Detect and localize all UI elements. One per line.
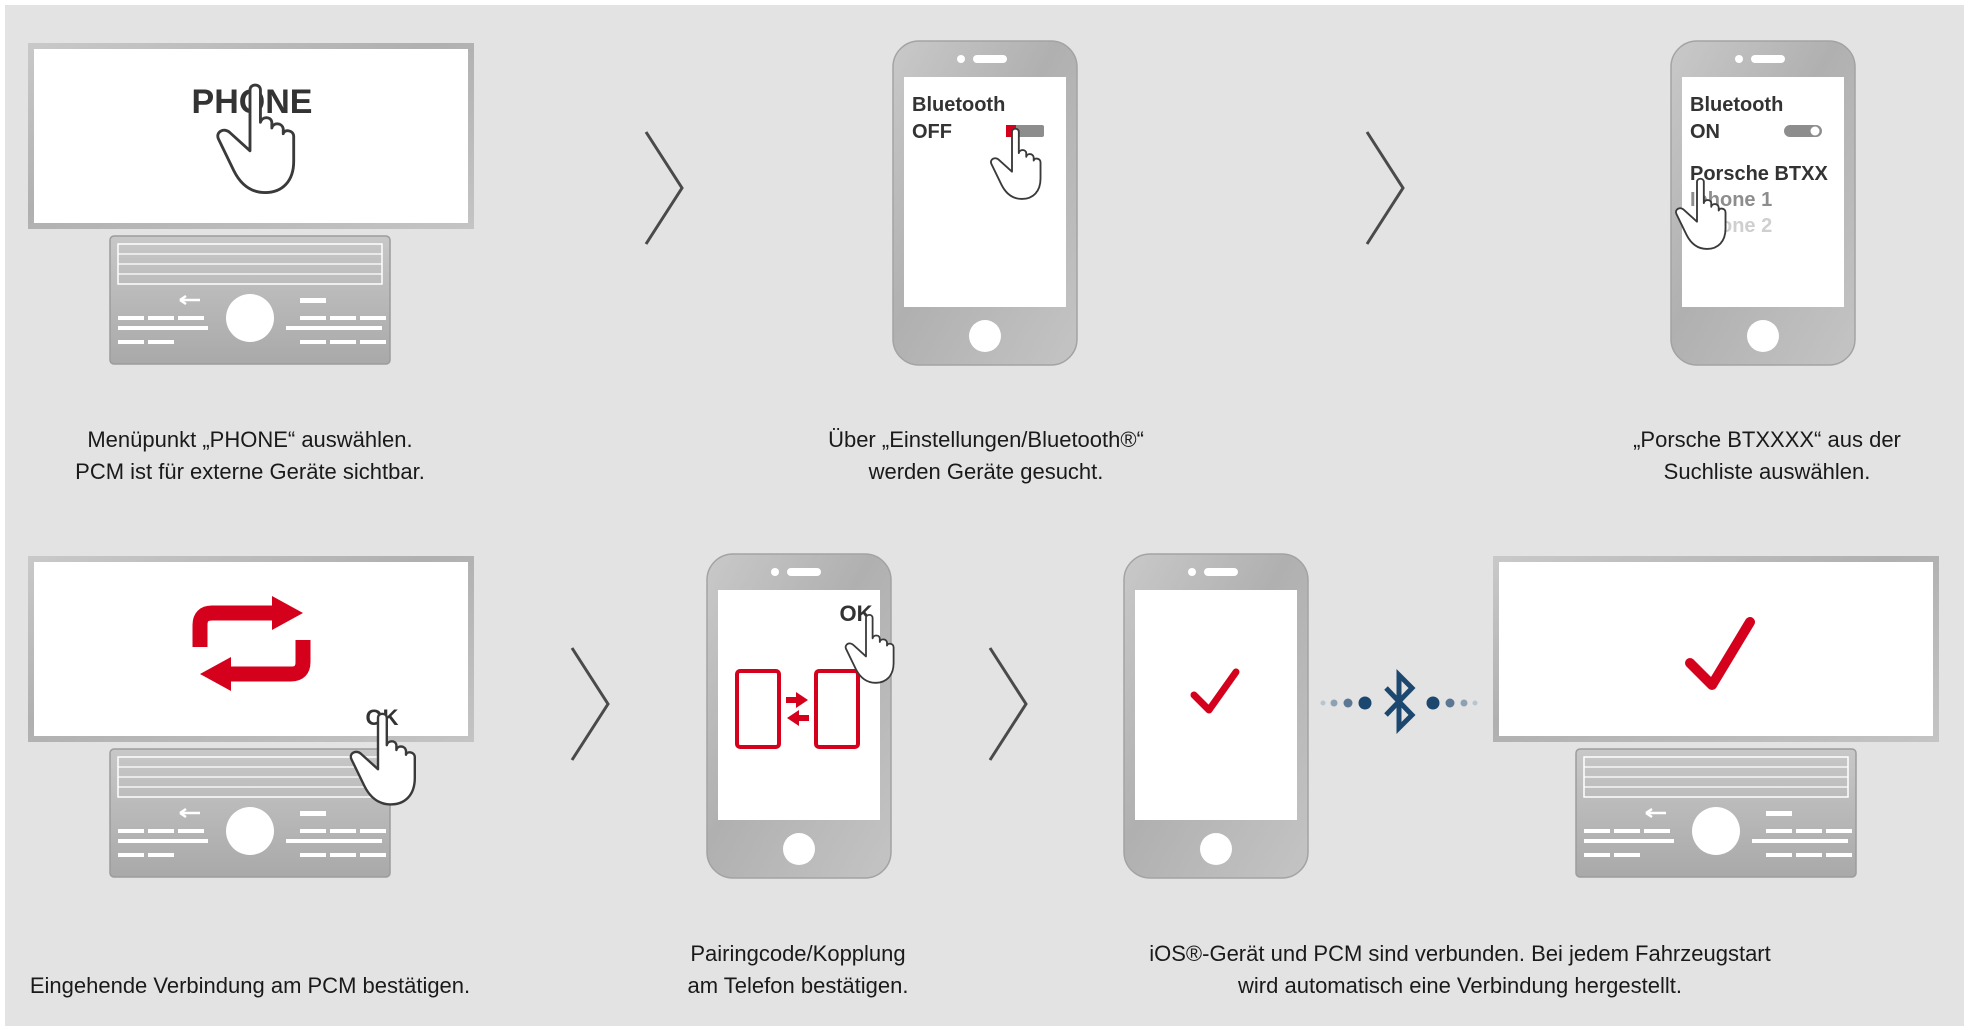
pcm-screen (1499, 562, 1933, 736)
caption-line: wird automatisch eine Verbindung hergest… (1238, 973, 1682, 998)
pcm-screen (34, 562, 468, 736)
caption-line: Pairingcode/Kopplung (690, 941, 906, 966)
step3-caption: „Porsche BTXXXX“ aus der Suchliste auswä… (1487, 424, 1969, 488)
toggle-knob (1810, 126, 1820, 136)
smartphone-icon (1123, 553, 1309, 879)
step2-phone: Bluetooth OFF (892, 40, 1078, 366)
pcm-control-panel (108, 747, 392, 879)
caption-line: „Porsche BTXXXX“ aus der (1633, 427, 1901, 452)
pairing-diagram: PHONE Bluetooth OFF Bluetooth ON Porsche… (0, 0, 1969, 1030)
device-list-item: Porsche BTXX (1690, 163, 1828, 185)
step4-caption: Eingehende Verbindung am PCM bestätigen. (0, 970, 530, 1002)
step3-phone: Bluetooth ON Porsche BTXX Iphone 1 Iphon… (1670, 40, 1856, 366)
step6-phone (1123, 553, 1309, 879)
pcm-control-panel (1574, 747, 1858, 879)
caption-line: werden Geräte gesucht. (868, 459, 1104, 484)
smartphone-icon (892, 40, 1078, 366)
caption-line: Suchliste auswählen. (1663, 459, 1871, 484)
caption-line: Menüpunkt „PHONE“ auswählen. (87, 427, 413, 452)
bluetooth-state: ON (1690, 121, 1720, 143)
caption-line: Über „Einstellungen/Bluetooth®“ (828, 427, 1144, 452)
step6-caption: iOS®-Gerät und PCM sind verbunden. Bei j… (1010, 938, 1910, 1002)
step5-caption: Pairingcode/Kopplung am Telefon bestätig… (518, 938, 1078, 1002)
step1-caption: Menüpunkt „PHONE“ auswählen. PCM ist für… (0, 424, 530, 488)
pcm-control-panel (108, 234, 392, 366)
step2-caption: Über „Einstellungen/Bluetooth®“ werden G… (706, 424, 1266, 488)
bluetooth-state: OFF (912, 121, 952, 143)
caption-line: iOS®-Gerät und PCM sind verbunden. Bei j… (1149, 941, 1771, 966)
caption-line: PCM ist für externe Geräte sichtbar. (75, 459, 425, 484)
caption-line: am Telefon bestätigen. (687, 973, 909, 998)
step5-phone: OK (706, 553, 895, 879)
bluetooth-title: Bluetooth (1690, 94, 1783, 116)
bluetooth-title: Bluetooth (912, 94, 1005, 116)
caption-line: Eingehende Verbindung am PCM bestätigen. (29, 973, 471, 998)
